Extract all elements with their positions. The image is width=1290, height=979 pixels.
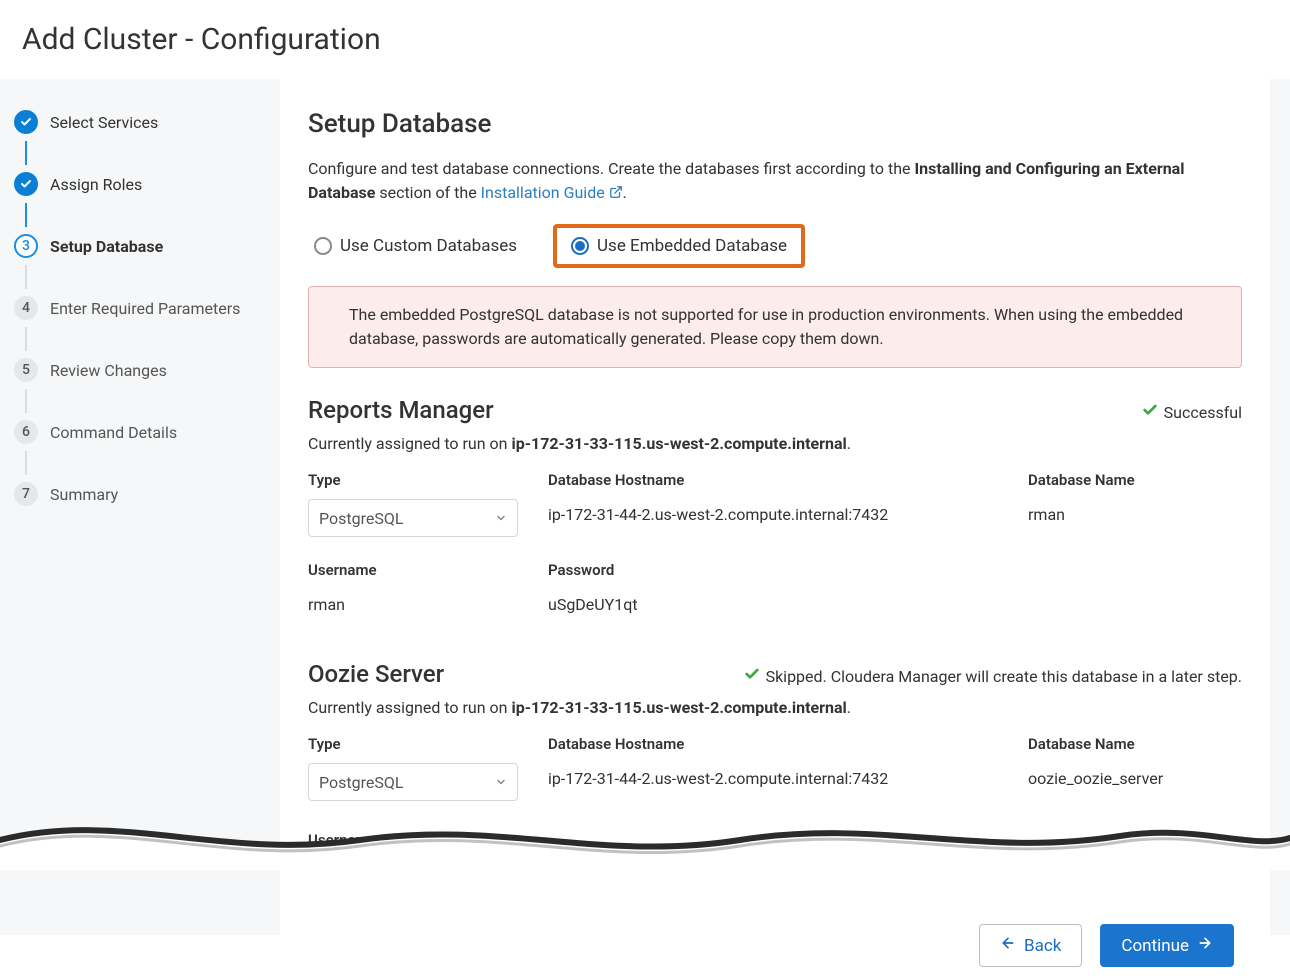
step-summary[interactable]: 7 Summary xyxy=(14,475,280,513)
wizard-steps: Select Services Assign Roles 3 Setup Dat… xyxy=(0,79,280,513)
link-text: Installation Guide xyxy=(481,183,605,202)
step-connector xyxy=(25,141,27,165)
assigned-text: Currently assigned to run on ip-172-31-3… xyxy=(308,434,1242,453)
label-hostname: Database Hostname xyxy=(548,735,1018,753)
installation-guide-link[interactable]: Installation Guide xyxy=(481,183,623,202)
label-hostname: Database Hostname xyxy=(548,471,1018,489)
radio-icon xyxy=(571,237,589,255)
db-hostname-value: ip-172-31-44-2.us-west-2.compute.interna… xyxy=(548,499,1018,524)
db-hostname-value: ip-172-31-44-2.us-west-2.compute.interna… xyxy=(548,763,1018,788)
step-connector xyxy=(25,389,27,413)
radio-use-custom-databases[interactable]: Use Custom Databases xyxy=(308,232,523,260)
section-reports-manager: Reports Manager Successful Currently ass… xyxy=(308,396,1242,614)
status-badge: Successful xyxy=(1142,402,1242,422)
step-setup-database[interactable]: 3 Setup Database xyxy=(14,227,280,265)
step-number: 4 xyxy=(14,296,38,320)
continue-button[interactable]: Continue xyxy=(1100,924,1234,967)
intro-part: Configure and test database connections.… xyxy=(308,159,914,178)
step-connector xyxy=(25,203,27,227)
select-value: PostgreSQL xyxy=(319,773,403,792)
assigned-text: Currently assigned to run on ip-172-31-3… xyxy=(308,698,1242,717)
chevron-down-icon xyxy=(495,773,507,792)
label-username: Username xyxy=(308,831,1242,849)
step-label: Review Changes xyxy=(50,361,167,380)
step-number: 6 xyxy=(14,420,38,444)
step-label: Enter Required Parameters xyxy=(50,299,240,318)
radio-label: Use Embedded Database xyxy=(597,236,787,256)
wizard-footer: Back Continue xyxy=(979,924,1234,967)
type-select[interactable]: PostgreSQL xyxy=(308,499,538,537)
step-label: Summary xyxy=(50,485,118,504)
status-text: Skipped. Cloudera Manager will create th… xyxy=(766,667,1242,686)
assigned-prefix: Currently assigned to run on xyxy=(308,434,511,453)
intro-text: Configure and test database connections.… xyxy=(308,157,1242,206)
check-icon xyxy=(744,666,760,686)
step-command-details[interactable]: 6 Command Details xyxy=(14,413,280,451)
username-value: rman xyxy=(308,589,538,614)
assigned-host: ip-172-31-33-115.us-west-2.compute.inter… xyxy=(511,698,846,717)
step-review-changes[interactable]: 5 Review Changes xyxy=(14,351,280,389)
external-link-icon xyxy=(609,182,623,206)
label-dbname: Database Name xyxy=(1028,735,1242,753)
step-connector xyxy=(25,327,27,351)
step-label: Setup Database xyxy=(50,237,163,256)
check-icon xyxy=(14,110,38,134)
type-select[interactable]: PostgreSQL xyxy=(308,763,538,801)
step-number: 5 xyxy=(14,358,38,382)
label-password: Password xyxy=(548,561,1018,579)
status-text: Successful xyxy=(1164,403,1242,422)
step-enter-required-parameters[interactable]: 4 Enter Required Parameters xyxy=(14,289,280,327)
radio-use-embedded-database[interactable]: Use Embedded Database xyxy=(553,224,805,268)
section-title: Reports Manager xyxy=(308,396,494,424)
back-button[interactable]: Back xyxy=(979,924,1082,967)
section-oozie-server: Oozie Server Skipped. Cloudera Manager w… xyxy=(308,660,1242,849)
intro-part: section of the xyxy=(379,183,480,202)
button-label: Back xyxy=(1024,936,1061,956)
step-number: 3 xyxy=(14,234,38,258)
check-icon xyxy=(1142,402,1158,422)
step-connector xyxy=(25,451,27,475)
label-dbname: Database Name xyxy=(1028,471,1242,489)
database-mode-radios: Use Custom Databases Use Embedded Databa… xyxy=(308,224,1242,268)
chevron-down-icon xyxy=(495,509,507,528)
db-name-value: oozie_oozie_server xyxy=(1028,763,1242,788)
section-title: Oozie Server xyxy=(308,660,444,688)
db-name-value: rman xyxy=(1028,499,1242,524)
step-number: 7 xyxy=(14,482,38,506)
check-icon xyxy=(14,172,38,196)
status-badge: Skipped. Cloudera Manager will create th… xyxy=(744,666,1242,686)
step-label: Select Services xyxy=(50,113,158,132)
button-label: Continue xyxy=(1121,936,1189,956)
step-label: Command Details xyxy=(50,423,177,442)
password-value: uSgDeUY1qt xyxy=(548,589,1018,614)
label-username: Username xyxy=(308,561,538,579)
step-select-services[interactable]: Select Services xyxy=(14,103,280,141)
radio-icon xyxy=(314,237,332,255)
main-panel: Setup Database Configure and test databa… xyxy=(280,79,1270,935)
radio-label: Use Custom Databases xyxy=(340,236,517,256)
assigned-host: ip-172-31-33-115.us-west-2.compute.inter… xyxy=(511,434,846,453)
label-type: Type xyxy=(308,735,538,753)
embedded-db-warning: The embedded PostgreSQL database is not … xyxy=(308,286,1242,368)
arrow-left-icon xyxy=(1000,935,1016,956)
panel-heading: Setup Database xyxy=(308,109,1242,139)
assigned-prefix: Currently assigned to run on xyxy=(308,698,511,717)
label-type: Type xyxy=(308,471,538,489)
step-connector xyxy=(25,265,27,289)
step-assign-roles[interactable]: Assign Roles xyxy=(14,165,280,203)
arrow-right-icon xyxy=(1197,935,1213,956)
intro-part: . xyxy=(623,183,627,202)
step-label: Assign Roles xyxy=(50,175,142,194)
select-value: PostgreSQL xyxy=(319,509,403,528)
page-title: Add Cluster - Configuration xyxy=(0,0,1290,79)
